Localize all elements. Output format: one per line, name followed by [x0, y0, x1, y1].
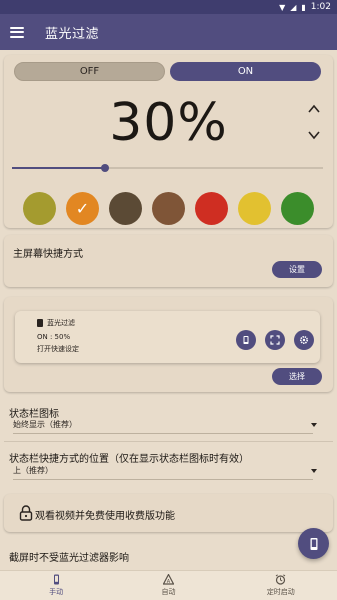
- alarm-icon: [276, 574, 286, 585]
- status-time: 1:02: [310, 2, 331, 12]
- color-swatch[interactable]: [23, 192, 56, 225]
- color-swatch[interactable]: [195, 192, 228, 225]
- nav-schedule-label: 定时启动: [266, 588, 295, 596]
- nav-auto-tab[interactable]: A 自动: [112, 571, 224, 600]
- premium-text: 观看视频并免费使用收费版功能: [35, 511, 175, 522]
- color-swatch[interactable]: [238, 192, 271, 225]
- battery-icon: ▮: [301, 2, 306, 12]
- preview-phone-button[interactable]: [236, 330, 256, 350]
- status-bar: ▼ ◢ ▮ 1:02: [0, 0, 337, 14]
- preview-settings-button[interactable]: [294, 330, 314, 350]
- nav-manual-label: 手动: [49, 588, 64, 596]
- bottom-navigation: 手动 A 自动 定时启动: [0, 570, 337, 600]
- preview-fullscreen-button[interactable]: [265, 330, 285, 350]
- chevron-down-icon: [308, 131, 320, 140]
- signal-icon: ◢: [290, 2, 297, 12]
- color-swatch[interactable]: [109, 192, 142, 225]
- shortcut-card: 主屏幕快捷方式 设置: [4, 235, 333, 287]
- shortcut-settings-button[interactable]: 设置: [272, 261, 322, 278]
- intensity-slider[interactable]: [12, 164, 323, 172]
- intensity-percent: 30%: [109, 93, 228, 153]
- filter-card: OFF ON 30% ✓: [4, 55, 333, 228]
- dropdown-arrow-icon[interactable]: [311, 469, 317, 473]
- color-swatch[interactable]: [281, 192, 314, 225]
- on-toggle-button[interactable]: ON: [170, 62, 321, 81]
- fullscreen-icon: [270, 335, 280, 345]
- increase-button[interactable]: [307, 101, 321, 115]
- dropdown-underline: [13, 433, 313, 434]
- color-swatch-selected[interactable]: ✓: [66, 192, 99, 225]
- svg-text:A: A: [167, 579, 171, 585]
- nav-schedule-tab[interactable]: 定时启动: [225, 571, 337, 600]
- slider-thumb[interactable]: [101, 164, 110, 172]
- screenshot-setting-label: 截屏时不受蓝光过滤器影响: [9, 553, 129, 564]
- floating-action-button[interactable]: [298, 528, 329, 559]
- chevron-up-icon: [308, 104, 320, 113]
- wifi-icon: ▼: [279, 2, 286, 12]
- nav-manual-tab[interactable]: 手动: [0, 571, 112, 600]
- shortcut-label: 主屏幕快捷方式: [13, 249, 83, 260]
- manual-icon: [53, 574, 59, 585]
- slider-fill: [12, 167, 106, 169]
- menu-icon[interactable]: [10, 26, 24, 38]
- status-icon-dropdown[interactable]: 始终显示（推荐）: [13, 419, 77, 430]
- color-swatch[interactable]: [152, 192, 185, 225]
- dropdown-arrow-icon[interactable]: [311, 423, 317, 427]
- preview-action: 打开快速设定: [37, 345, 79, 353]
- phone-icon: [243, 336, 249, 344]
- off-toggle-button[interactable]: OFF: [14, 62, 165, 81]
- phone-icon: [310, 537, 317, 550]
- nav-auto-label: 自动: [161, 588, 176, 596]
- gear-icon: [299, 335, 309, 345]
- premium-card[interactable]: 观看视频并免费使用收费版功能: [4, 494, 333, 532]
- phone-icon: [37, 319, 43, 327]
- preview-status: ON : 50%: [37, 333, 71, 341]
- lock-icon: [19, 505, 33, 521]
- notification-preview: 蓝光过滤 ON : 50% 打开快速设定: [15, 311, 320, 363]
- preview-title: 蓝光过滤: [37, 318, 75, 328]
- status-position-dropdown[interactable]: 上（推荐）: [13, 465, 53, 476]
- color-swatches: ✓: [23, 192, 314, 225]
- status-position-title: 状态栏快捷方式的位置（仅在显示状态栏图标时有效）: [9, 454, 249, 465]
- decrease-button[interactable]: [307, 127, 321, 141]
- tile-card: 蓝光过滤 ON : 50% 打开快速设定 选择: [4, 297, 333, 392]
- auto-icon: A: [162, 574, 174, 585]
- preview-app-name: 蓝光过滤: [47, 319, 75, 327]
- status-icon-title: 状态栏图标: [9, 409, 59, 420]
- dropdown-underline: [13, 479, 313, 480]
- app-title: 蓝光过滤: [45, 26, 100, 42]
- divider: [4, 441, 333, 442]
- tile-select-button[interactable]: 选择: [272, 368, 322, 385]
- app-bar: 蓝光过滤: [0, 14, 337, 50]
